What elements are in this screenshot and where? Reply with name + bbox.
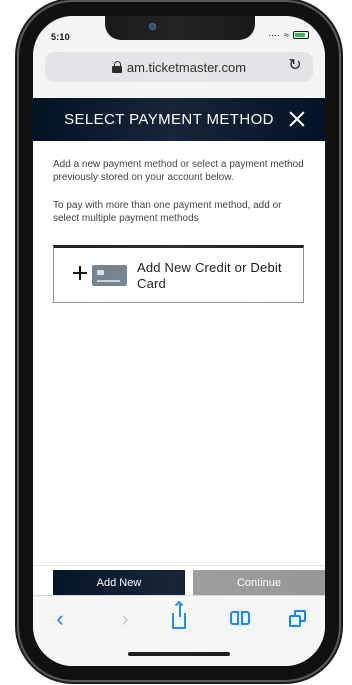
page-title: SELECT PAYMENT METHOD — [64, 111, 274, 128]
tabs-icon — [289, 610, 307, 628]
bookmarks-button[interactable] — [225, 607, 255, 631]
status-icons: ···· ≈ — [268, 30, 309, 40]
share-button[interactable] — [164, 603, 194, 631]
wifi-icon: ≈ — [284, 30, 289, 40]
bottom-actions: Add New Continue — [33, 565, 325, 596]
close-icon[interactable] — [285, 107, 309, 131]
phone-stage: 5:10 ···· ≈ am.ticketmaster.com ↻ SELECT… — [0, 0, 352, 685]
battery-icon — [293, 31, 309, 39]
phone-notch — [105, 16, 255, 40]
safari-toolbar: ‹ › — [33, 595, 325, 666]
phone-screen: 5:10 ···· ≈ am.ticketmaster.com ↻ SELECT… — [33, 16, 325, 666]
credit-card-icon — [92, 265, 127, 286]
back-icon[interactable]: ‹ — [45, 607, 75, 631]
bookmarks-icon — [229, 611, 251, 627]
address-text: am.ticketmaster.com — [126, 59, 247, 75]
payment-method-content: Add a new payment method or select a pay… — [33, 141, 325, 565]
power-button — [339, 170, 343, 242]
front-camera-icon — [149, 23, 156, 30]
add-new-card-option[interactable]: Add New Credit or Debit Card — [53, 245, 304, 303]
plus-icon — [73, 266, 87, 280]
iphone-frame: 5:10 ···· ≈ am.ticketmaster.com ↻ SELECT… — [19, 2, 339, 680]
share-icon — [172, 603, 186, 629]
signal-icon: ···· — [268, 30, 281, 40]
home-indicator[interactable] — [128, 652, 230, 656]
reload-icon[interactable]: ↻ — [287, 57, 303, 74]
continue-button[interactable]: Continue — [193, 570, 325, 596]
lock-icon — [111, 61, 122, 73]
payment-intro-text: Add a new payment method or select a pay… — [53, 159, 304, 183]
forward-icon[interactable]: › — [110, 607, 140, 631]
multiple-payment-text: To pay with more than one payment method… — [53, 200, 282, 224]
add-card-label: Add New Credit or Debit Card — [137, 260, 282, 292]
status-time: 5:10 — [51, 32, 70, 42]
payment-header: SELECT PAYMENT METHOD — [33, 98, 325, 141]
add-new-button[interactable]: Add New — [53, 570, 185, 596]
tabs-button[interactable] — [283, 607, 313, 631]
browser-top-chrome: 5:10 ···· ≈ am.ticketmaster.com ↻ — [33, 16, 325, 99]
address-bar[interactable]: am.ticketmaster.com ↻ — [45, 52, 313, 82]
